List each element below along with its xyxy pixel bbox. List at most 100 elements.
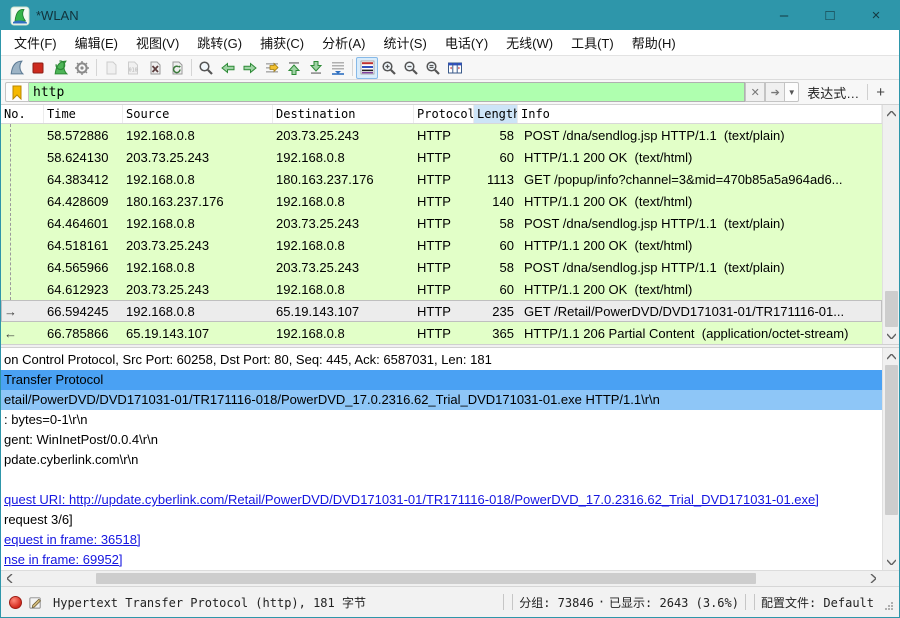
expert-info-icon[interactable] xyxy=(9,595,22,609)
length-cell: 60 xyxy=(499,281,514,297)
detail-link-line[interactable]: quest URI: http://update.cyberlink.com/R… xyxy=(1,490,882,510)
column-header[interactable]: Length xyxy=(474,105,518,123)
menu-item[interactable]: 捕获(C) xyxy=(251,30,313,55)
menu-item[interactable]: 文件(F) xyxy=(5,30,66,55)
filter-bookmark-button[interactable] xyxy=(5,82,29,102)
details-vscrollbar[interactable] xyxy=(882,348,899,570)
menu-item[interactable]: 电话(Y) xyxy=(436,30,497,55)
detail-line[interactable]: request 3/6] xyxy=(1,510,882,530)
display-filter-input[interactable]: http xyxy=(29,82,746,102)
scroll-right-icon[interactable] xyxy=(864,571,881,586)
maximize-button[interactable]: □ xyxy=(807,1,853,30)
column-header[interactable]: Destination xyxy=(273,105,414,123)
info-cell: POST /dna/sendlog.jsp HTTP/1.1 (text/pla… xyxy=(524,215,785,231)
stop-capture-icon[interactable] xyxy=(27,57,49,79)
scroll-down-icon[interactable] xyxy=(883,327,899,344)
packet-row[interactable]: 64.464601 192.168.0.8 203.73.25.243 HTTP 58 P… xyxy=(1,212,882,234)
destination-cell: 203.73.25.243 xyxy=(276,215,360,231)
menu-item[interactable]: 工具(T) xyxy=(562,30,623,55)
zoom-reset-icon[interactable] xyxy=(422,57,444,79)
packet-row[interactable]: 64.612923 203.73.25.243 192.168.0.8 HTTP 60 H… xyxy=(1,278,882,300)
detail-line[interactable]: pdate.cyberlink.com\r\n xyxy=(1,450,882,470)
packet-row[interactable]: ← 66.785866 65.19.143.107 192.168.0.8 HTTP 36… xyxy=(1,322,882,344)
menu-item[interactable]: 编辑(E) xyxy=(66,30,127,55)
packet-row[interactable]: 64.428609 180.163.237.176 192.168.0.8 HTTP 1… xyxy=(1,190,882,212)
time-cell: 64.383412 xyxy=(47,171,109,187)
packet-row-selected[interactable]: → 66.594245 192.168.0.8 65.19.143.107 HTTP 23… xyxy=(1,300,882,322)
packet-row[interactable]: 64.565966 192.168.0.8 203.73.25.243 HTTP 58 P… xyxy=(1,256,882,278)
source-cell: 203.73.25.243 xyxy=(126,281,210,297)
scroll-thumb[interactable] xyxy=(96,573,756,584)
scroll-up-icon[interactable] xyxy=(883,105,899,122)
detail-line[interactable]: gent: WinInetPost/0.0.4\r\n xyxy=(1,430,882,450)
packet-list-vscrollbar[interactable] xyxy=(882,105,899,344)
colorize-packets-icon[interactable] xyxy=(356,56,378,79)
capture-comment-icon[interactable] xyxy=(28,595,43,610)
packet-details-pane: on Control Protocol, Src Port: 60258, Ds… xyxy=(1,348,899,570)
scroll-left-icon[interactable] xyxy=(1,571,18,586)
auto-scroll-icon[interactable] xyxy=(327,57,349,79)
filter-apply-button[interactable]: ➔ xyxy=(765,82,786,102)
open-file-icon[interactable] xyxy=(100,57,122,79)
details-hscrollbar[interactable] xyxy=(1,570,899,586)
status-profile[interactable]: 配置文件: Default xyxy=(761,594,874,611)
menu-item[interactable]: 无线(W) xyxy=(497,30,562,55)
time-cell: 66.785866 xyxy=(47,325,109,341)
resize-columns-icon[interactable] xyxy=(444,57,466,79)
time-cell: 58.572886 xyxy=(47,127,109,143)
info-cell: GET /popup/info?channel=3&mid=470b85a5a9… xyxy=(524,171,843,187)
next-packet-icon[interactable] xyxy=(239,57,261,79)
close-button[interactable]: × xyxy=(853,1,899,30)
detail-line[interactable]: Transfer Protocol xyxy=(1,370,882,390)
minimize-button[interactable]: – xyxy=(761,1,807,30)
scroll-down-icon[interactable] xyxy=(883,553,899,570)
packet-row[interactable]: 58.572886 192.168.0.8 203.73.25.243 HTTP 58 P… xyxy=(1,124,882,146)
column-header[interactable]: Info xyxy=(518,105,882,123)
column-header[interactable]: Time xyxy=(44,105,123,123)
detail-line[interactable]: : bytes=0-1\r\n xyxy=(1,410,882,430)
zoom-in-icon[interactable] xyxy=(378,57,400,79)
info-cell: HTTP/1.1 200 OK (text/html) xyxy=(524,281,693,297)
destination-cell: 192.168.0.8 xyxy=(276,325,345,341)
start-capture-icon[interactable] xyxy=(5,57,27,79)
packet-row[interactable]: 58.624130 203.73.25.243 192.168.0.8 HTTP 60 H… xyxy=(1,146,882,168)
menu-item[interactable]: 帮助(H) xyxy=(623,30,685,55)
direction-arrow-icon: ← xyxy=(4,325,17,341)
filter-dropdown-button[interactable]: ▼ xyxy=(785,82,800,102)
menu-item[interactable]: 统计(S) xyxy=(374,30,435,55)
capture-options-icon[interactable] xyxy=(71,57,93,79)
close-file-icon[interactable] xyxy=(144,57,166,79)
detail-line[interactable]: on Control Protocol, Src Port: 60258, Ds… xyxy=(1,350,882,370)
packet-row[interactable]: 64.383412 192.168.0.8 180.163.237.176 HTTP 1… xyxy=(1,168,882,190)
last-packet-icon[interactable] xyxy=(305,57,327,79)
scroll-thumb[interactable] xyxy=(885,291,898,327)
save-file-icon[interactable]: 010 xyxy=(122,57,144,79)
resize-grip-icon[interactable] xyxy=(884,601,894,611)
add-filter-button[interactable]: + xyxy=(868,84,895,101)
detail-link-line[interactable]: equest in frame: 36518] xyxy=(1,530,882,550)
scroll-thumb[interactable] xyxy=(885,365,898,515)
length-cell: 60 xyxy=(499,149,514,165)
scroll-up-icon[interactable] xyxy=(883,348,899,365)
detail-link-line[interactable]: nse in frame: 69952] xyxy=(1,550,882,570)
detail-line[interactable]: etail/PowerDVD/DVD171031-01/TR171116-018… xyxy=(1,390,882,410)
find-packet-icon[interactable] xyxy=(195,57,217,79)
menu-item[interactable]: 分析(A) xyxy=(313,30,374,55)
filter-clear-button[interactable]: ✕ xyxy=(745,82,766,102)
protocol-cell: HTTP xyxy=(417,193,451,209)
protocol-cell: HTTP xyxy=(417,127,451,143)
restart-capture-icon[interactable] xyxy=(49,57,71,79)
column-header[interactable]: Source xyxy=(123,105,273,123)
column-header[interactable]: No. xyxy=(1,105,44,123)
protocol-cell: HTTP xyxy=(417,303,451,319)
menu-item[interactable]: 视图(V) xyxy=(127,30,188,55)
reload-file-icon[interactable] xyxy=(166,57,188,79)
first-packet-icon[interactable] xyxy=(283,57,305,79)
go-to-packet-icon[interactable] xyxy=(261,57,283,79)
zoom-out-icon[interactable] xyxy=(400,57,422,79)
packet-row[interactable]: 64.518161 203.73.25.243 192.168.0.8 HTTP 60 H… xyxy=(1,234,882,256)
column-header[interactable]: Protocol xyxy=(414,105,474,123)
previous-packet-icon[interactable] xyxy=(217,57,239,79)
expression-button[interactable]: 表达式… xyxy=(799,83,867,102)
menu-item[interactable]: 跳转(G) xyxy=(188,30,251,55)
